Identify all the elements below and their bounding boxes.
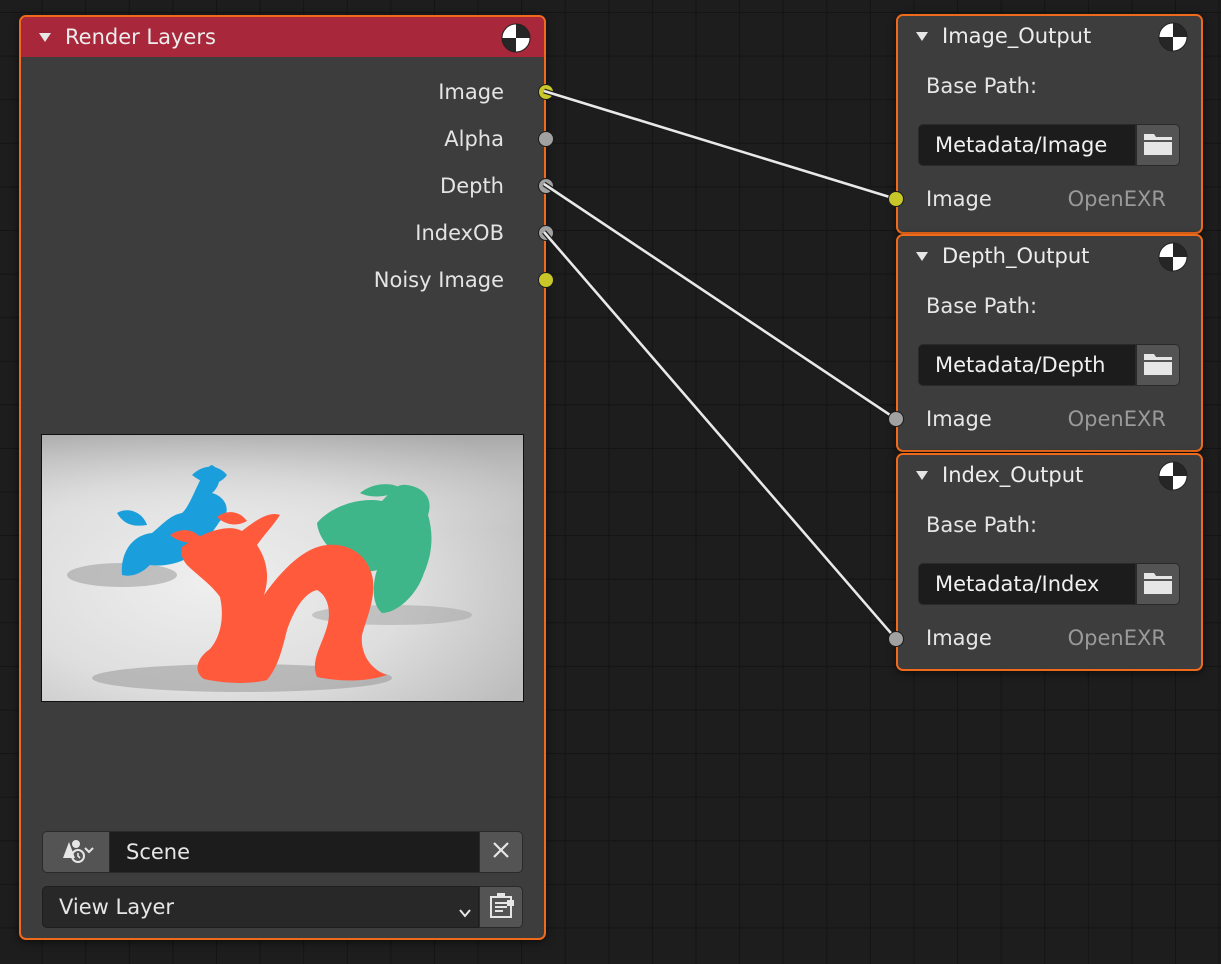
view-layer-dropdown[interactable]: View Layer	[42, 886, 479, 928]
scene-type-dropdown[interactable]	[42, 831, 110, 873]
x-icon	[492, 841, 510, 863]
index-output-header[interactable]: Index_Output	[898, 455, 1201, 495]
base-path-row: Metadata/Index	[918, 563, 1180, 605]
input-label: Image	[926, 407, 992, 431]
socket-label: Alpha	[444, 127, 504, 151]
triangle-down-icon[interactable]	[916, 469, 928, 481]
base-path-input[interactable]: Metadata/Image	[918, 124, 1136, 166]
base-path-label: Base Path:	[926, 74, 1038, 98]
output-socket-image: Image	[438, 77, 504, 107]
checker-sphere-icon[interactable]	[1158, 461, 1188, 491]
base-path-row: Metadata/Image	[918, 124, 1180, 166]
socket-image-output[interactable]	[538, 84, 554, 100]
folder-icon	[1143, 569, 1173, 599]
socket-label: Image	[438, 80, 504, 104]
scene-name-field[interactable]: Scene	[110, 831, 479, 873]
depth-output-node[interactable]: Depth_Output Base Path: Metadata/Depth I…	[896, 234, 1203, 452]
file-format-label: OpenEXR	[1067, 407, 1166, 431]
folder-icon	[1143, 350, 1173, 380]
socket-label: Noisy Image	[373, 268, 504, 292]
input-socket-row: Image OpenEXR	[926, 184, 1166, 214]
browse-folder-button[interactable]	[1136, 563, 1180, 605]
chevron-down-icon	[458, 901, 472, 925]
triangle-down-icon[interactable]	[916, 250, 928, 262]
link-depth-to-depth-output-core	[543, 182, 897, 421]
image-output-header[interactable]: Image_Output	[898, 16, 1201, 56]
index-output-node[interactable]: Index_Output Base Path: Metadata/Index I…	[896, 453, 1203, 671]
browse-folder-button[interactable]	[1136, 124, 1180, 166]
folder-icon	[1143, 130, 1173, 160]
input-label: Image	[926, 187, 992, 211]
triangle-down-icon[interactable]	[916, 30, 928, 42]
scene-icon	[58, 836, 94, 868]
base-path-row: Metadata/Depth	[918, 344, 1180, 386]
browse-folder-button[interactable]	[1136, 344, 1180, 386]
render-layers-node[interactable]: Render Layers Image Alpha Depth IndexOB …	[19, 15, 554, 940]
socket-alpha-output[interactable]	[538, 131, 554, 147]
output-socket-indexob: IndexOB	[415, 218, 504, 248]
view-layer-selector: View Layer	[42, 886, 523, 928]
file-format-label: OpenEXR	[1067, 626, 1166, 650]
scene-selector: Scene	[42, 831, 523, 873]
base-path-label: Base Path:	[926, 513, 1038, 537]
base-path-input[interactable]: Metadata/Index	[918, 563, 1136, 605]
link-indexob-to-index-output[interactable]	[542, 230, 898, 641]
output-socket-noisy-image: Noisy Image	[374, 265, 504, 295]
checker-sphere-icon[interactable]	[1158, 242, 1188, 272]
view-layer-label: View Layer	[59, 895, 175, 919]
render-layers-header[interactable]: Render Layers	[21, 17, 544, 57]
render-layer-icon	[486, 890, 516, 924]
node-title: Depth_Output	[942, 244, 1090, 268]
socket-index-output-input[interactable]	[888, 631, 904, 647]
input-socket-row: Image OpenEXR	[926, 404, 1166, 434]
render-layer-button[interactable]	[479, 886, 523, 928]
socket-label: IndexOB	[415, 221, 504, 245]
socket-noisy-image-output[interactable]	[538, 272, 554, 288]
depth-output-header[interactable]: Depth_Output	[898, 236, 1201, 276]
link-indexob-to-index-output-core	[543, 231, 897, 640]
link-image-to-image-output[interactable]	[543, 88, 897, 202]
base-path-label: Base Path:	[926, 294, 1038, 318]
image-output-node[interactable]: Image_Output Base Path: Metadata/Image I…	[896, 14, 1203, 234]
clear-scene-button[interactable]	[479, 831, 523, 873]
input-label: Image	[926, 626, 992, 650]
render-preview-image	[41, 434, 524, 702]
node-title: Render Layers	[65, 25, 216, 49]
file-format-label: OpenEXR	[1067, 187, 1166, 211]
node-title: Image_Output	[942, 24, 1092, 48]
link-depth-to-depth-output[interactable]	[542, 181, 898, 422]
socket-image-output-input[interactable]	[888, 191, 904, 207]
triangle-down-icon[interactable]	[39, 31, 51, 43]
socket-depth-output-input[interactable]	[888, 411, 904, 427]
link-image-to-image-output-core	[543, 89, 897, 201]
input-socket-row: Image OpenEXR	[926, 623, 1166, 653]
output-socket-depth: Depth	[440, 171, 504, 201]
socket-indexob-output[interactable]	[538, 225, 554, 241]
node-title: Index_Output	[942, 463, 1084, 487]
base-path-input[interactable]: Metadata/Depth	[918, 344, 1136, 386]
checker-sphere-icon[interactable]	[1158, 22, 1188, 52]
checker-sphere-icon[interactable]	[501, 23, 531, 53]
socket-label: Depth	[440, 174, 504, 198]
socket-depth-output[interactable]	[538, 178, 554, 194]
output-socket-alpha: Alpha	[444, 124, 504, 154]
